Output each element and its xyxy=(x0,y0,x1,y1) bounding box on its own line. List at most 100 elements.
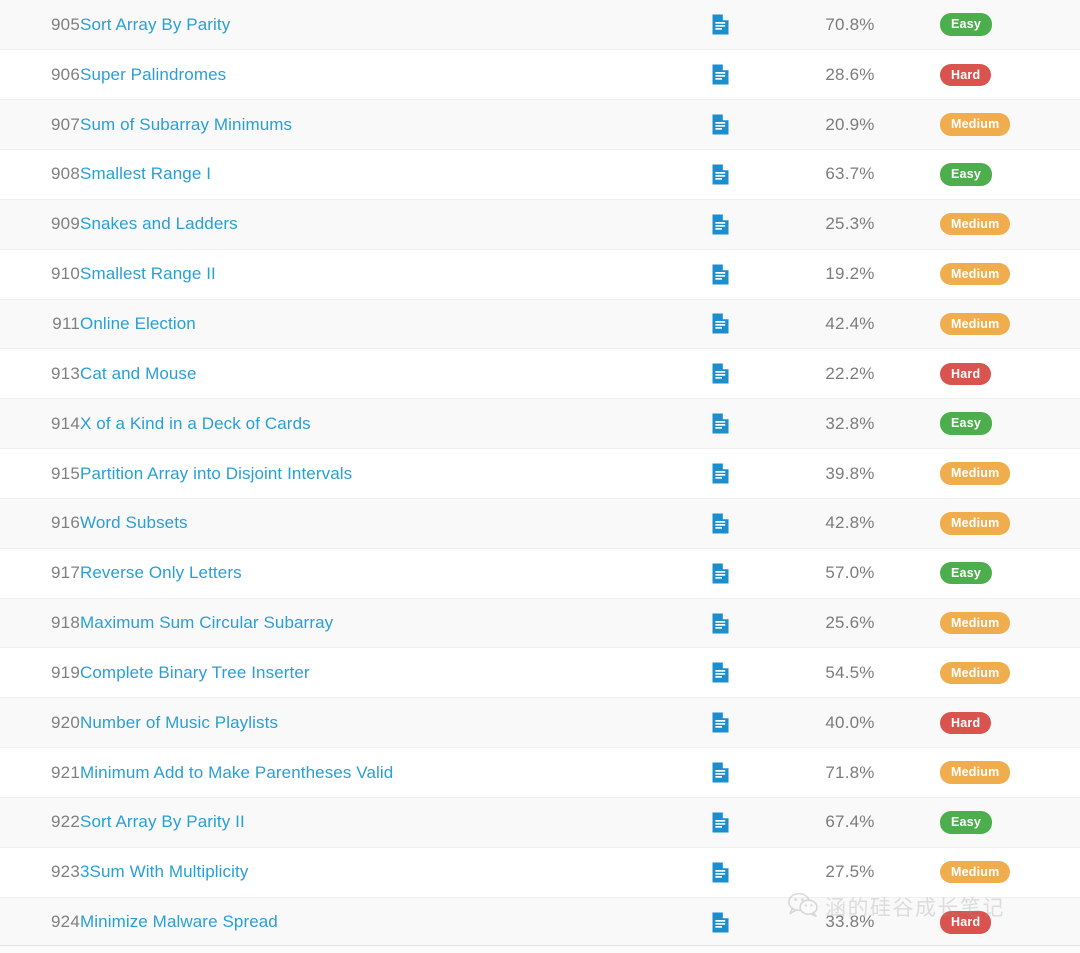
table-row[interactable]: 914 X of a Kind in a Deck of Cards 32.8% Ea… xyxy=(0,398,1080,449)
document-icon[interactable] xyxy=(712,513,729,534)
problem-title-cell: Sort Array By Parity xyxy=(80,0,680,50)
difficulty-cell: Hard xyxy=(940,697,1080,748)
table-row[interactable]: 920 Number of Music Playlists 40.0% Hard xyxy=(0,697,1080,748)
problem-id: 918 xyxy=(0,597,80,648)
table-row[interactable]: 922 Sort Array By Parity II 67.4% Easy xyxy=(0,797,1080,848)
problem-title-link[interactable]: Smallest Range I xyxy=(80,164,211,184)
problem-id: 906 xyxy=(0,49,80,100)
table-row[interactable]: 916 Word Subsets 42.8% Medium xyxy=(0,497,1080,549)
solution-cell xyxy=(680,149,760,200)
document-icon[interactable] xyxy=(712,463,729,484)
problem-title-cell: Reverse Only Letters xyxy=(80,547,680,599)
problem-title-link[interactable]: X of a Kind in a Deck of Cards xyxy=(80,414,311,434)
difficulty-cell: Hard xyxy=(940,348,1080,399)
problem-title-cell: Snakes and Ladders xyxy=(80,198,680,250)
problem-title-link[interactable]: Reverse Only Letters xyxy=(80,563,242,583)
problem-title-link[interactable]: Partition Array into Disjoint Intervals xyxy=(80,464,352,484)
table-row[interactable]: 917 Reverse Only Letters 57.0% Easy xyxy=(0,547,1080,599)
document-icon[interactable] xyxy=(712,413,729,434)
table-row[interactable]: 909 Snakes and Ladders 25.3% Medium xyxy=(0,198,1080,250)
problem-table: 905 Sort Array By Parity 70.8% Easy 906 Super… xyxy=(0,0,1080,948)
acceptance-rate: 42.4% xyxy=(760,298,940,349)
table-row[interactable]: 908 Smallest Range I 63.7% Easy xyxy=(0,149,1080,200)
table-row[interactable]: 911 Online Election 42.4% Medium xyxy=(0,298,1080,349)
document-icon[interactable] xyxy=(712,563,729,584)
document-icon[interactable] xyxy=(712,14,729,35)
document-icon[interactable] xyxy=(712,164,729,185)
acceptance-rate: 42.8% xyxy=(760,497,940,549)
problem-id: 909 xyxy=(0,198,80,250)
problem-title-link[interactable]: Sort Array By Parity II xyxy=(80,812,245,832)
document-icon[interactable] xyxy=(712,64,729,85)
document-icon[interactable] xyxy=(712,862,729,883)
problem-title-link[interactable]: Number of Music Playlists xyxy=(80,713,278,733)
difficulty-badge: Medium xyxy=(940,611,1011,635)
problem-id: 923 xyxy=(0,846,80,898)
table-row[interactable]: 921 Minimum Add to Make Parentheses Valid… xyxy=(0,747,1080,798)
problem-title-cell: Minimum Add to Make Parentheses Valid xyxy=(80,747,680,798)
problem-title-link[interactable]: Maximum Sum Circular Subarray xyxy=(80,613,333,633)
document-icon[interactable] xyxy=(712,114,729,135)
acceptance-rate: 63.7% xyxy=(760,149,940,200)
problem-title-link[interactable]: Sort Array By Parity xyxy=(80,15,230,35)
solution-cell xyxy=(680,896,760,948)
problem-title-link[interactable]: Minimum Add to Make Parentheses Valid xyxy=(80,763,393,783)
document-icon[interactable] xyxy=(712,613,729,634)
difficulty-badge: Medium xyxy=(940,113,1011,136)
document-icon[interactable] xyxy=(712,313,729,334)
table-row[interactable]: 923 3Sum With Multiplicity 27.5% Medium xyxy=(0,846,1080,898)
table-row[interactable]: 918 Maximum Sum Circular Subarray 25.6% Med… xyxy=(0,597,1080,648)
difficulty-badge: Hard xyxy=(940,911,992,934)
document-icon[interactable] xyxy=(712,363,729,384)
table-row[interactable]: 906 Super Palindromes 28.6% Hard xyxy=(0,49,1080,100)
acceptance-rate: 67.4% xyxy=(760,797,940,848)
document-icon[interactable] xyxy=(712,214,729,235)
solution-cell xyxy=(680,298,760,349)
problem-title-link[interactable]: Super Palindromes xyxy=(80,65,226,85)
problem-title-cell: Sort Array By Parity II xyxy=(80,797,680,848)
difficulty-cell: Medium xyxy=(940,448,1080,499)
acceptance-rate: 28.6% xyxy=(760,49,940,100)
problem-title-link[interactable]: Cat and Mouse xyxy=(80,364,197,384)
difficulty-badge: Medium xyxy=(940,213,1011,236)
difficulty-cell: Medium xyxy=(940,198,1080,250)
table-row[interactable]: 905 Sort Array By Parity 70.8% Easy xyxy=(0,0,1080,50)
problem-id: 905 xyxy=(51,14,80,34)
document-icon[interactable] xyxy=(712,812,729,833)
solution-cell xyxy=(680,0,760,50)
problem-title-link[interactable]: Snakes and Ladders xyxy=(80,214,238,234)
problem-id: 908 xyxy=(0,149,80,200)
document-icon[interactable] xyxy=(712,662,729,683)
problem-title-cell: Super Palindromes xyxy=(80,49,680,100)
problem-id: 915 xyxy=(0,448,80,499)
difficulty-cell: Easy xyxy=(940,398,1080,449)
difficulty-badge: Medium xyxy=(940,262,1011,286)
solution-cell xyxy=(680,49,760,100)
difficulty-badge: Easy xyxy=(940,562,992,585)
problem-title-link[interactable]: Minimize Malware Spread xyxy=(80,912,278,932)
problem-title-cell: Partition Array into Disjoint Intervals xyxy=(80,448,680,499)
table-row[interactable]: 910 Smallest Range II 19.2% Medium xyxy=(0,248,1080,300)
document-icon[interactable] xyxy=(712,762,729,783)
table-row[interactable]: 915 Partition Array into Disjoint Interva… xyxy=(0,448,1080,499)
problem-title-link[interactable]: Sum of Subarray Minimums xyxy=(80,115,292,135)
document-icon[interactable] xyxy=(712,264,729,285)
solution-cell xyxy=(680,747,760,798)
problem-title-link[interactable]: Word Subsets xyxy=(80,513,188,533)
acceptance-rate: 27.5% xyxy=(760,846,940,898)
table-row[interactable]: 919 Complete Binary Tree Inserter 54.5% Med… xyxy=(0,647,1080,698)
table-row[interactable]: 913 Cat and Mouse 22.2% Hard xyxy=(0,348,1080,399)
solution-cell xyxy=(680,348,760,399)
problem-title-link[interactable]: Smallest Range II xyxy=(80,264,216,284)
document-icon[interactable] xyxy=(712,712,729,733)
table-row[interactable]: 924 Minimize Malware Spread 33.8% Hard xyxy=(0,896,1080,948)
solution-cell xyxy=(680,697,760,748)
problem-title-link[interactable]: Online Election xyxy=(80,314,196,334)
problem-title-cell: Minimize Malware Spread xyxy=(80,896,680,948)
problem-title-link[interactable]: 3Sum With Multiplicity xyxy=(80,862,248,882)
document-icon[interactable] xyxy=(712,912,729,933)
table-row[interactable]: 907 Sum of Subarray Minimums 20.9% Medium xyxy=(0,99,1080,150)
problem-title-link[interactable]: Complete Binary Tree Inserter xyxy=(80,663,310,683)
solution-cell xyxy=(680,797,760,848)
difficulty-badge: Medium xyxy=(940,312,1011,336)
